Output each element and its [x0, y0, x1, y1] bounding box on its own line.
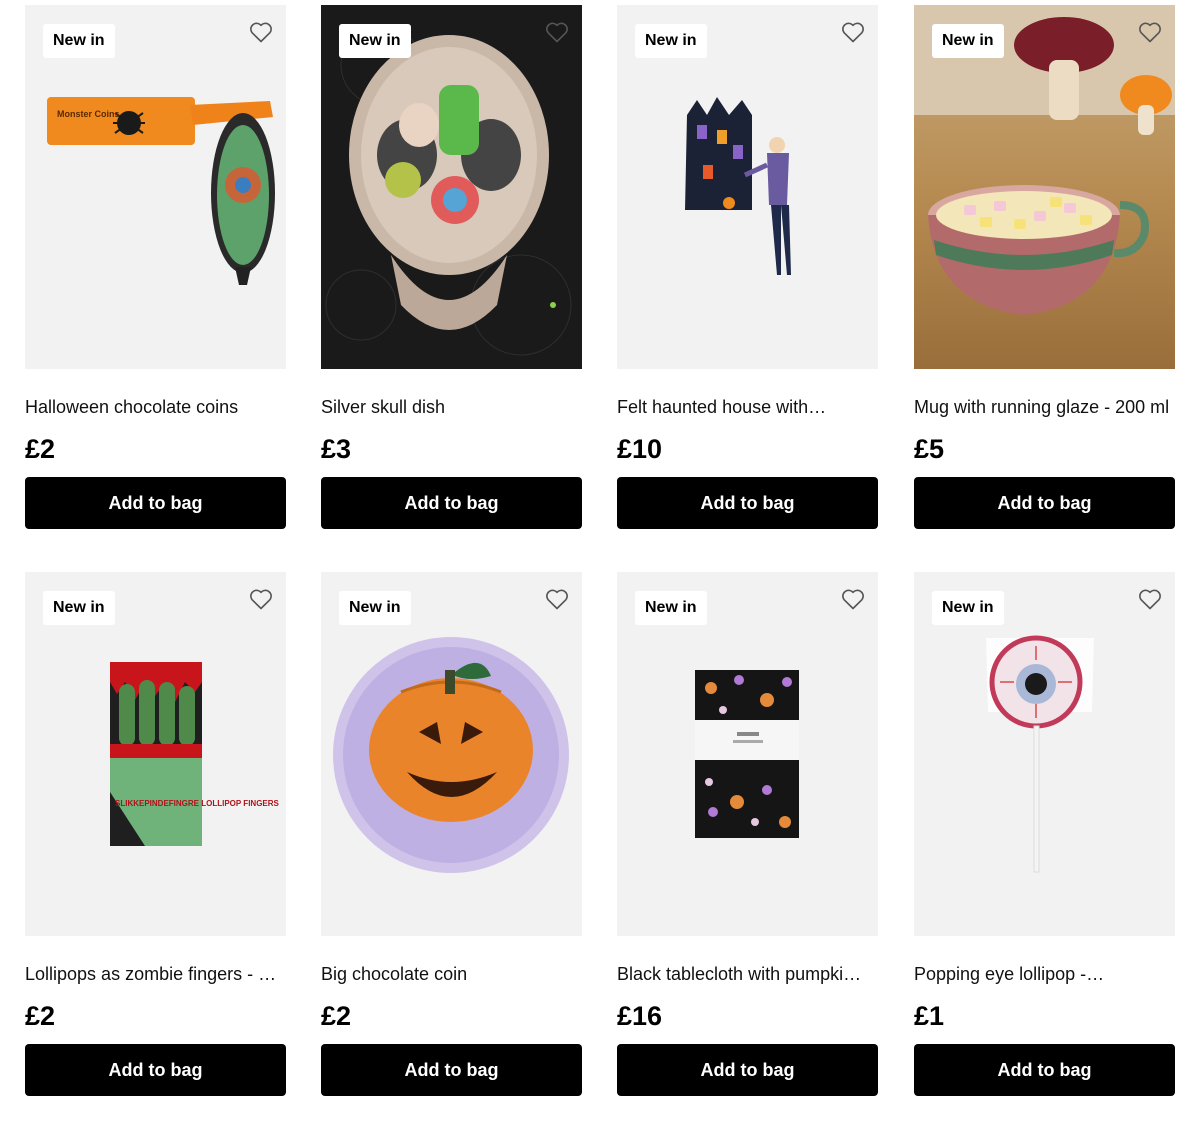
product-card[interactable]: New in Big chocolate coin £2 Add to bag: [321, 572, 582, 1096]
product-price: £3: [321, 434, 352, 464]
product-image[interactable]: Monster Coins New in: [25, 5, 286, 369]
eye-lollipop-image: [986, 635, 1094, 873]
product-card[interactable]: New in Silver skull dish £3 Add to bag: [321, 5, 582, 529]
product-title[interactable]: Mug with running glaze - 200 ml: [914, 395, 1175, 419]
product-card[interactable]: SLIKKEPINDEFINGRE LOLLIPOP FINGERS New i…: [25, 572, 286, 1096]
new-in-badge: New in: [932, 24, 1004, 58]
wishlist-heart-icon[interactable]: [1135, 17, 1165, 47]
product-title[interactable]: Felt haunted house with…: [617, 395, 878, 419]
product-image[interactable]: New in: [321, 572, 582, 936]
wishlist-heart-icon[interactable]: [246, 17, 276, 47]
product-card[interactable]: New in Popping eye lollipop -… £1 Add to…: [914, 572, 1175, 1096]
product-card[interactable]: New in Felt haunted house with… £10 Add …: [617, 5, 878, 529]
product-price: £2: [25, 434, 56, 464]
new-in-badge: New in: [339, 24, 411, 58]
product-title[interactable]: Big chocolate coin: [321, 962, 582, 986]
chocolate-coins-image: Monster Coins: [47, 97, 275, 285]
package-label: Monster Coins: [57, 109, 120, 119]
add-to-bag-button[interactable]: Add to bag: [25, 1044, 286, 1096]
product-price: £5: [914, 434, 945, 464]
add-to-bag-button[interactable]: Add to bag: [321, 1044, 582, 1096]
product-price: £1: [914, 1001, 945, 1031]
product-card[interactable]: New in Black tablecloth with pumpki… £16…: [617, 572, 878, 1096]
haunted-house-image: [685, 97, 791, 275]
product-price: £16: [617, 1001, 663, 1031]
zombie-finger-lollipops-image: SLIKKEPINDEFINGRE LOLLIPOP FINGERS: [110, 662, 280, 846]
wishlist-heart-icon[interactable]: [838, 17, 868, 47]
product-card[interactable]: Monster Coins New in Halloween chocolate…: [25, 5, 286, 529]
add-to-bag-button[interactable]: Add to bag: [914, 477, 1175, 529]
product-title[interactable]: Halloween chocolate coins: [25, 395, 286, 419]
glaze-mug-image: [914, 5, 1175, 315]
product-image[interactable]: New in: [914, 572, 1175, 936]
product-title[interactable]: Popping eye lollipop -…: [914, 962, 1175, 986]
add-to-bag-button[interactable]: Add to bag: [321, 477, 582, 529]
add-to-bag-button[interactable]: Add to bag: [25, 477, 286, 529]
new-in-badge: New in: [932, 591, 1004, 625]
package-label: SLIKKEPINDEFINGRE LOLLIPOP FINGERS: [115, 799, 280, 808]
tablecloth-image: [695, 670, 799, 838]
new-in-badge: New in: [635, 591, 707, 625]
add-to-bag-button[interactable]: Add to bag: [617, 477, 878, 529]
add-to-bag-button[interactable]: Add to bag: [914, 1044, 1175, 1096]
wishlist-heart-icon[interactable]: [542, 584, 572, 614]
add-to-bag-button[interactable]: Add to bag: [617, 1044, 878, 1096]
product-image[interactable]: New in: [617, 5, 878, 369]
wishlist-heart-icon[interactable]: [838, 584, 868, 614]
skull-dish-image: [325, 24, 572, 356]
product-card[interactable]: New in Mug with running glaze - 200 ml £…: [914, 5, 1175, 529]
new-in-badge: New in: [43, 24, 115, 58]
wishlist-heart-icon[interactable]: [246, 584, 276, 614]
new-in-badge: New in: [635, 24, 707, 58]
product-image[interactable]: New in: [617, 572, 878, 936]
product-price: £10: [617, 434, 663, 464]
new-in-badge: New in: [43, 591, 115, 625]
product-title[interactable]: Silver skull dish: [321, 395, 582, 419]
product-price: £2: [321, 1001, 352, 1031]
product-title[interactable]: Black tablecloth with pumpki…: [617, 962, 878, 986]
chocolate-coin-image: [333, 637, 569, 873]
product-grid: Monster Coins New in Halloween chocolate…: [0, 0, 1200, 1138]
product-price: £2: [25, 1001, 56, 1031]
product-title[interactable]: Lollipops as zombie fingers - …: [25, 962, 286, 986]
product-image[interactable]: SLIKKEPINDEFINGRE LOLLIPOP FINGERS New i…: [25, 572, 286, 936]
new-in-badge: New in: [339, 591, 411, 625]
wishlist-heart-icon[interactable]: [1135, 584, 1165, 614]
product-image[interactable]: New in: [914, 5, 1175, 369]
wishlist-heart-icon[interactable]: [542, 17, 572, 47]
product-image[interactable]: New in: [321, 5, 582, 369]
